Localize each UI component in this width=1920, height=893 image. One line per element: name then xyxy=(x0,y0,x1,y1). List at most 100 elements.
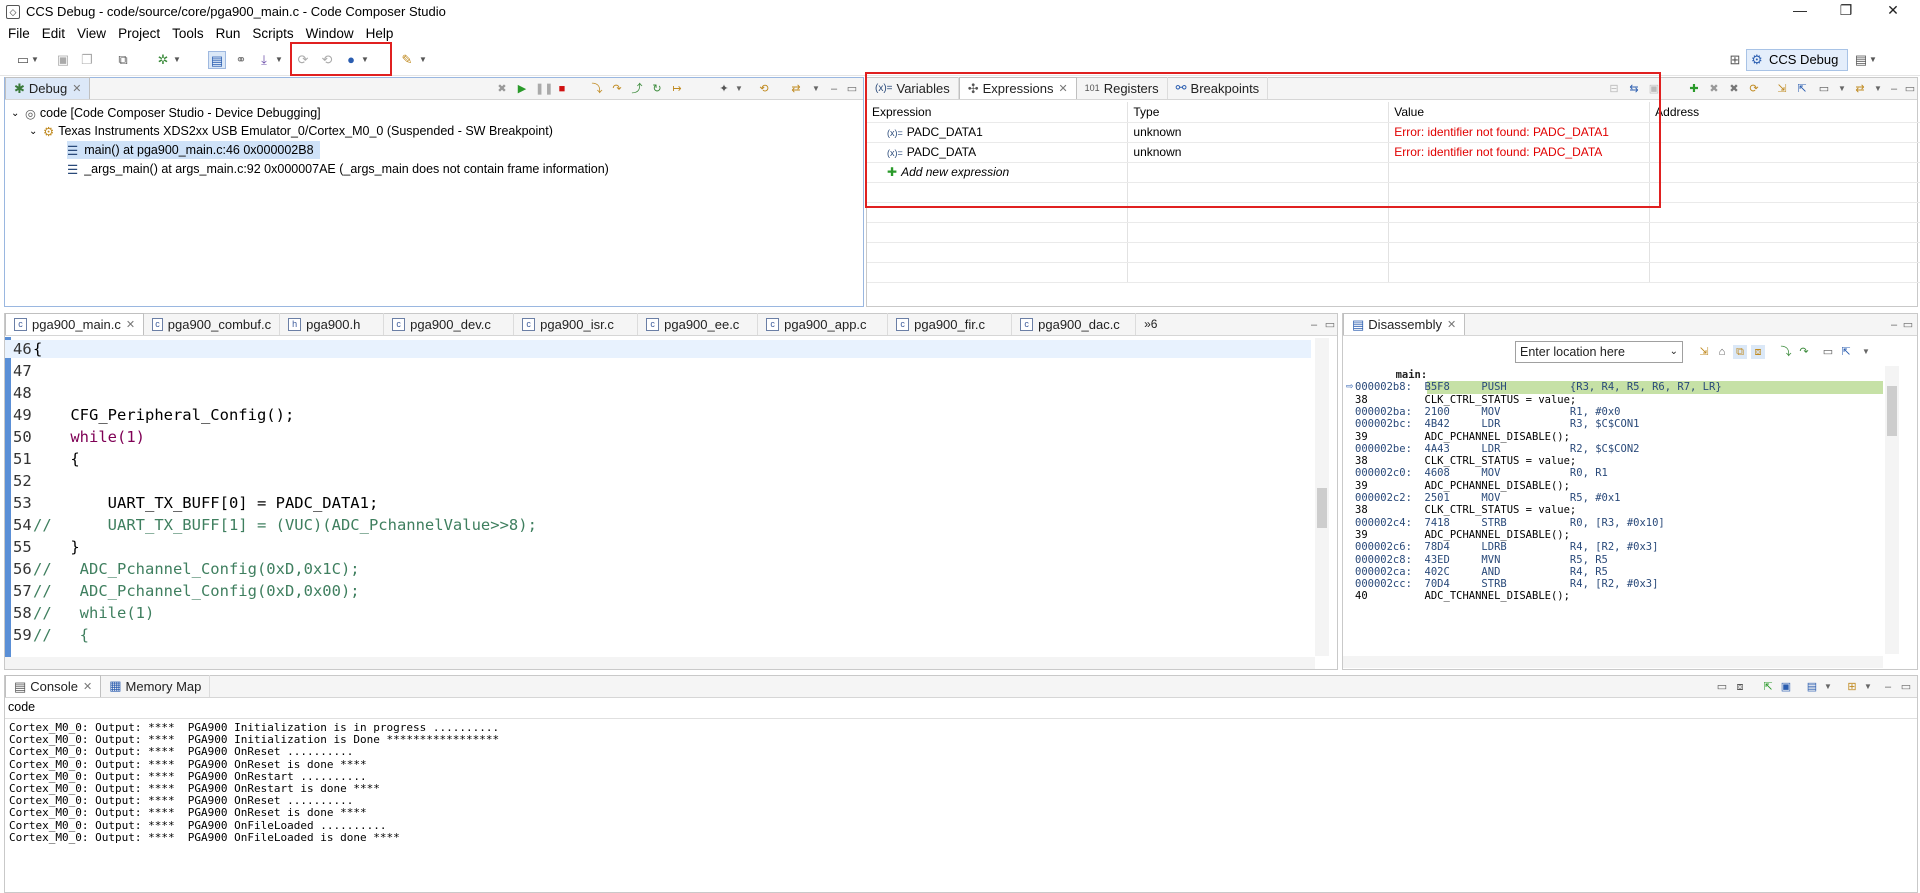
new-dropdown-icon[interactable]: ▼ xyxy=(30,51,40,69)
scroll-lock-icon[interactable]: ⧈ xyxy=(1733,680,1747,694)
collapse-icon[interactable]: ⌄ xyxy=(11,108,25,119)
editor-vertical-scrollbar[interactable] xyxy=(1315,338,1329,656)
run-to-line-icon[interactable]: ↦ xyxy=(670,82,684,96)
export-icon[interactable]: ⇱ xyxy=(1795,82,1809,96)
menu-file[interactable]: File xyxy=(2,26,36,41)
menu-scripts[interactable]: Scripts xyxy=(246,26,299,41)
load-program-icon[interactable]: ⤓ xyxy=(255,51,273,69)
tools-dropdown-icon[interactable]: ▼ xyxy=(418,51,428,69)
suspend-icon[interactable]: ❚❚ xyxy=(535,82,553,96)
show-console-icon[interactable]: ▣ xyxy=(1779,680,1793,694)
tab-pga900-main[interactable]: c pga900_main.c ✕ xyxy=(5,313,145,335)
step-return-icon[interactable]: ⤴ xyxy=(630,82,644,96)
show-symbols-icon[interactable]: ⧈ xyxy=(1751,345,1765,359)
add-expression-icon[interactable]: ✚ xyxy=(1687,82,1701,96)
reset-cpu-icon[interactable]: ✦ xyxy=(717,82,731,96)
disassembly-listing[interactable]: main: ⇨ 000002b8: B5F8 PUSH {R3, R4, R5,… xyxy=(1345,369,1885,649)
open-console-icon[interactable]: ⊞ xyxy=(1845,680,1859,694)
maximize-view-icon[interactable]: ▭ xyxy=(1323,318,1337,332)
menu-view[interactable]: View xyxy=(71,26,112,41)
maximize-view-icon[interactable]: ▭ xyxy=(1903,82,1917,96)
step-over-icon[interactable]: ↷ xyxy=(610,82,624,96)
perspective-dropdown-icon[interactable]: ▼ xyxy=(1868,51,1878,69)
minimize-button[interactable]: — xyxy=(1777,0,1823,23)
tree-row-session[interactable]: ⌄ ◎ code [Code Composer Studio - Device … xyxy=(11,104,321,122)
tools-icon[interactable]: ✎ xyxy=(398,51,416,69)
collapse-icon[interactable]: ⌄ xyxy=(29,126,43,137)
tree-row-frame-args[interactable]: ☰ _args_main() at args_main.c:92 0x00000… xyxy=(67,160,609,178)
tab-debug[interactable]: ✱ Debug ✕ xyxy=(5,77,91,99)
load-dropdown-icon[interactable]: ▼ xyxy=(274,51,284,69)
close-icon[interactable]: ✕ xyxy=(1447,318,1456,331)
menu-run[interactable]: Run xyxy=(210,26,247,41)
menu-tools[interactable]: Tools xyxy=(166,26,210,41)
import-icon[interactable]: ⇲ xyxy=(1775,82,1789,96)
resume-icon[interactable]: ▶ xyxy=(515,82,529,96)
open-console-dropdown-icon[interactable]: ▼ xyxy=(1861,680,1875,694)
open-perspective-icon-right[interactable]: ⊞ xyxy=(1726,51,1744,69)
close-button[interactable]: ✕ xyxy=(1870,0,1916,23)
menu-window[interactable]: Window xyxy=(300,26,360,41)
minimize-view-icon[interactable]: – xyxy=(1881,680,1895,694)
display-dropdown-icon[interactable]: ▼ xyxy=(1821,680,1835,694)
maximize-view-icon[interactable]: ▭ xyxy=(1899,680,1913,694)
code-editor[interactable]: 46{ 47 48 49 CFG_Peripheral_Config(); 50… xyxy=(5,337,1315,657)
view-menu-icon[interactable]: ▼ xyxy=(809,82,823,96)
reset-dropdown-icon[interactable]: ▼ xyxy=(732,82,746,96)
close-icon[interactable]: ✕ xyxy=(72,82,81,95)
view-menu-icon[interactable]: ▼ xyxy=(1871,82,1885,96)
minimize-view-icon[interactable]: – xyxy=(1887,318,1901,332)
tab-pga900-ee[interactable]: c pga900_ee.c xyxy=(638,313,759,335)
restart-icon[interactable]: ⟲ xyxy=(757,82,771,96)
menu-edit[interactable]: Edit xyxy=(36,26,71,41)
go-to-pc-icon[interactable]: ⇲ xyxy=(1697,345,1711,359)
minimize-view-icon[interactable]: – xyxy=(1887,82,1901,96)
remove-expression-icon[interactable]: ✖ xyxy=(1707,82,1721,96)
open-perspective-icon[interactable]: ⧉ xyxy=(114,51,132,69)
perspective-ccs-debug[interactable]: ⚙ CCS Debug xyxy=(1746,49,1848,71)
remove-terminated-icon[interactable]: ✖ xyxy=(495,82,509,96)
tree-row-target[interactable]: ⌄ ⚙ Texas Instruments XDS2xx USB Emulato… xyxy=(29,122,553,140)
build-dropdown-icon[interactable]: ▼ xyxy=(172,51,182,69)
tab-pga900-h[interactable]: h pga900.h xyxy=(280,313,385,335)
build-icon[interactable]: ✲ xyxy=(154,51,172,69)
tab-disassembly[interactable]: ▤ Disassembly ✕ xyxy=(1343,313,1466,335)
disassembly-vertical-scrollbar[interactable] xyxy=(1885,366,1899,654)
menu-project[interactable]: Project xyxy=(112,26,166,41)
tab-pga900-app[interactable]: c pga900_app.c xyxy=(758,313,889,335)
chevron-down-icon[interactable]: ⌄ xyxy=(1670,342,1678,362)
tab-pga900-isr[interactable]: c pga900_isr.c xyxy=(514,313,639,335)
pin-console-icon[interactable]: ⇱ xyxy=(1761,680,1775,694)
view-menu-sync-icon[interactable]: ⇄ xyxy=(789,82,803,96)
maximize-button[interactable]: ❐ xyxy=(1823,0,1869,23)
console-output[interactable]: Cortex_M0_0: Output: **** PGA900 Initial… xyxy=(9,721,1909,844)
tree-row-frame-main[interactable]: ☰ main() at pga900_main.c:46 0x000002B8 xyxy=(67,141,320,159)
minimize-view-icon[interactable]: – xyxy=(827,82,841,96)
connect-target-icon[interactable]: ▤ xyxy=(208,51,226,69)
step-into-icon[interactable]: ⤵ xyxy=(590,82,604,96)
close-icon[interactable]: ✕ xyxy=(126,318,135,331)
link-icon[interactable]: ⚭ xyxy=(232,51,250,69)
view-menu-icon[interactable]: ▼ xyxy=(1835,82,1849,96)
remove-all-icon[interactable]: ✖ xyxy=(1727,82,1741,96)
terminate-icon[interactable]: ■ xyxy=(555,82,569,96)
asm-step-icon[interactable]: ↻ xyxy=(650,82,664,96)
tab-pga900-dac[interactable]: c pga900_dac.c xyxy=(1012,313,1137,335)
disassembly-horizontal-scrollbar[interactable] xyxy=(1343,656,1883,668)
editor-horizontal-scrollbar[interactable] xyxy=(5,657,1315,669)
tab-pga900-dev[interactable]: c pga900_dev.c xyxy=(384,313,515,335)
save-icon[interactable]: ▣ xyxy=(54,51,72,69)
view-menu-icon[interactable]: ▼ xyxy=(1859,345,1873,359)
tab-pga900-fir[interactable]: c pga900_fir.c xyxy=(888,313,1013,335)
display-console-icon[interactable]: ▤ xyxy=(1805,680,1819,694)
tab-memory-map[interactable]: ▦ Memory Map xyxy=(101,675,211,697)
close-icon[interactable]: ✕ xyxy=(83,680,92,693)
maximize-view-icon[interactable]: ▭ xyxy=(845,82,859,96)
tabs-overflow[interactable]: »6 xyxy=(1136,313,1165,335)
asm-step-into-icon[interactable]: ⤵ xyxy=(1779,345,1793,359)
menu-help[interactable]: Help xyxy=(360,26,400,41)
scrollbar-thumb[interactable] xyxy=(1887,386,1897,436)
minimize-view-icon[interactable]: – xyxy=(1307,318,1321,332)
maximize-view-icon[interactable]: ▭ xyxy=(1901,318,1915,332)
location-input[interactable]: Enter location here ⌄ xyxy=(1515,341,1683,363)
